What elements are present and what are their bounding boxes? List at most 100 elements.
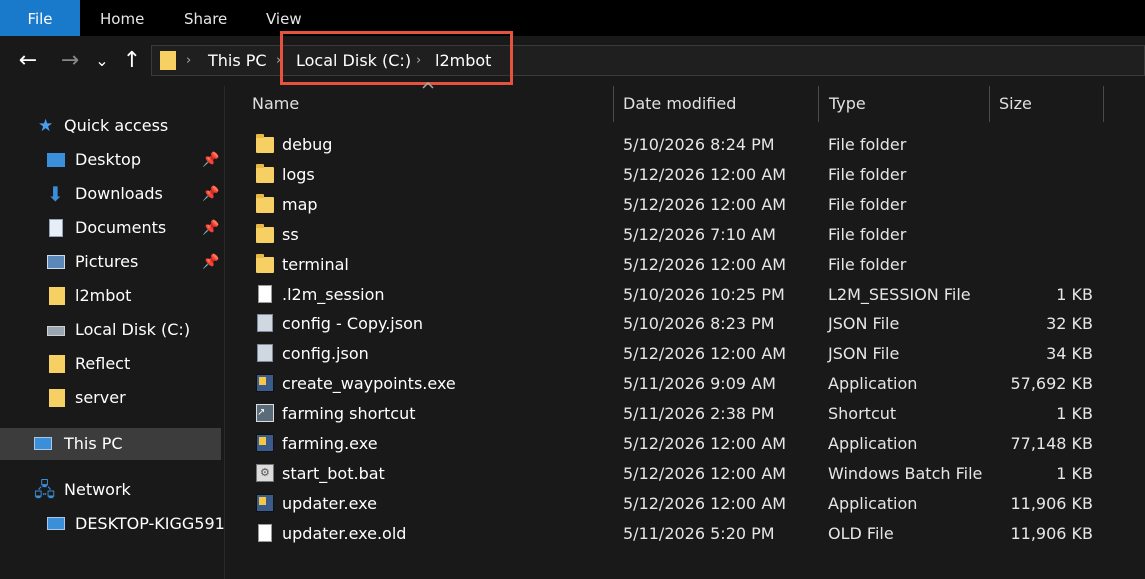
file-date-modified: 5/11/2026 2:38 PM xyxy=(623,404,775,424)
drive-icon xyxy=(47,326,65,336)
file-row[interactable]: farming shortcut 5/11/2026 2:38 PM Shortcu… xyxy=(250,399,1110,429)
tab-file[interactable]: File xyxy=(0,0,80,36)
sidebar-item-l2mbot[interactable]: l2mbot xyxy=(0,280,222,312)
sidebar-item-quick-access[interactable]: ★ Quick access xyxy=(0,110,222,142)
file-row[interactable]: farming.exe 5/12/2026 12:00 AM Application… xyxy=(250,429,1110,459)
ribbon: File Home Share View xyxy=(0,0,1145,36)
file-icon xyxy=(256,284,274,305)
file-name: updater.exe xyxy=(282,493,377,513)
back-arrow-icon[interactable]: ← xyxy=(14,36,42,86)
file-name: config.json xyxy=(282,344,369,364)
column-header-size[interactable]: Size xyxy=(999,86,1099,122)
column-divider[interactable] xyxy=(818,86,819,122)
sidebar-item-downloads[interactable]: ⬇ Downloads 📌 xyxy=(0,178,222,210)
sidebar-item-reflect[interactable]: Reflect xyxy=(0,348,222,380)
column-header-name[interactable]: Name xyxy=(252,86,612,122)
column-divider[interactable] xyxy=(613,86,614,122)
file-size xyxy=(993,130,1093,160)
file-row[interactable]: updater.exe.old 5/11/2026 5:20 PM OLD File… xyxy=(250,519,1110,549)
file-type: File folder xyxy=(828,254,907,274)
sidebar-item-this-pc[interactable]: This PC xyxy=(0,428,221,460)
file-size: 1 KB xyxy=(1056,284,1093,304)
sidebar-item-label: server xyxy=(75,388,126,407)
pane-divider xyxy=(224,86,225,579)
file-type: L2M_SESSION File xyxy=(828,284,971,304)
json-file-icon xyxy=(256,344,274,364)
file-type: Application xyxy=(828,493,918,513)
column-divider[interactable] xyxy=(1103,86,1104,122)
file-row[interactable]: map 5/12/2026 12:00 AM File folder xyxy=(250,190,1110,220)
file-type: JSON File xyxy=(828,344,900,364)
json-file-icon xyxy=(256,314,274,334)
file-row[interactable]: .l2m_session 5/10/2026 10:25 PM L2M_SESSIO… xyxy=(250,280,1110,310)
network-icon: 🖧 xyxy=(34,479,56,501)
tab-home[interactable]: Home xyxy=(100,0,144,36)
file-type: File folder xyxy=(828,194,907,214)
file-size: 34 KB xyxy=(1046,344,1093,364)
tab-share[interactable]: Share xyxy=(184,0,227,36)
pin-icon[interactable]: 📌 xyxy=(202,144,219,176)
folder-icon xyxy=(256,163,274,185)
file-row[interactable]: logs 5/12/2026 12:00 AM File folder xyxy=(250,160,1110,190)
file-name: create_waypoints.exe xyxy=(282,374,456,394)
file-row[interactable]: config.json 5/12/2026 12:00 AM JSON File 34… xyxy=(250,339,1110,369)
file-row[interactable]: create_waypoints.exe 5/11/2026 9:09 AM App… xyxy=(250,369,1110,399)
file-date-modified: 5/12/2026 12:00 AM xyxy=(623,493,787,513)
file-date-modified: 5/12/2026 12:00 AM xyxy=(623,434,787,453)
shortcut-icon xyxy=(256,404,274,424)
file-name: farming shortcut xyxy=(282,404,416,424)
file-row[interactable]: config - Copy.json 5/10/2026 8:23 PM JSON … xyxy=(250,309,1110,339)
up-arrow-icon[interactable]: ↑ xyxy=(118,36,146,86)
sidebar-item-desktop[interactable]: Desktop 📌 xyxy=(0,144,222,176)
download-icon: ⬇ xyxy=(47,182,64,206)
column-divider[interactable] xyxy=(989,86,990,122)
file-row[interactable]: ss 5/12/2026 7:10 AM File folder xyxy=(250,220,1110,250)
file-name: config - Copy.json xyxy=(282,314,424,334)
file-date-modified: 5/12/2026 12:00 AM xyxy=(623,254,787,274)
column-header-type[interactable]: Type xyxy=(829,86,979,122)
breadcrumb-this-pc[interactable]: This PC xyxy=(208,46,267,75)
sidebar-item-label: Network xyxy=(64,480,131,499)
file-name: terminal xyxy=(282,254,349,274)
file-name: debug xyxy=(282,135,333,154)
file-row[interactable]: updater.exe 5/12/2026 12:00 AM Application… xyxy=(250,489,1110,519)
pin-icon[interactable]: 📌 xyxy=(202,178,219,210)
application-icon xyxy=(256,374,274,394)
file-row[interactable]: terminal 5/12/2026 12:00 AM File folder xyxy=(250,250,1110,280)
sidebar-item-network[interactable]: 🖧 Network xyxy=(0,474,222,506)
sidebar-item-desktop-kigg591[interactable]: DESKTOP-KIGG591 xyxy=(0,508,225,540)
pin-icon[interactable]: 📌 xyxy=(202,212,219,244)
file-name: logs xyxy=(282,164,315,184)
forward-arrow-icon[interactable]: → xyxy=(56,36,84,86)
file-row[interactable]: start_bot.bat 5/12/2026 12:00 AM Windows B… xyxy=(250,459,1110,489)
file-type: Shortcut xyxy=(828,404,897,424)
sidebar-item-label: Pictures xyxy=(75,252,139,271)
sidebar-item-label: Quick access xyxy=(64,116,169,135)
sidebar-item-server[interactable]: server xyxy=(0,382,222,414)
sidebar-item-local-disk[interactable]: Local Disk (C:) xyxy=(0,314,222,346)
file-date-modified: 5/12/2026 12:00 AM xyxy=(623,344,787,364)
folder-icon xyxy=(49,287,65,305)
file-type: File folder xyxy=(828,164,907,184)
file-type: Application xyxy=(828,374,918,394)
file-row[interactable]: debug 5/10/2026 8:24 PM File folder xyxy=(250,130,1110,160)
documents-icon xyxy=(49,219,63,237)
sidebar-item-pictures[interactable]: Pictures 📌 xyxy=(0,246,222,278)
file-type: File folder xyxy=(828,224,907,244)
pin-icon[interactable]: 📌 xyxy=(202,246,219,278)
file-size: 1 KB xyxy=(1056,463,1093,483)
sidebar-item-documents[interactable]: Documents 📌 xyxy=(0,212,222,244)
computer-icon xyxy=(47,517,65,530)
sidebar-item-label: Documents xyxy=(75,218,167,237)
folder-icon xyxy=(256,253,274,275)
file-date-modified: 5/11/2026 5:20 PM xyxy=(623,523,775,543)
file-name: map xyxy=(282,194,318,214)
file-date-modified: 5/10/2026 8:23 PM xyxy=(623,314,775,334)
sidebar-item-label: This PC xyxy=(64,434,123,453)
file-date-modified: 5/12/2026 12:00 AM xyxy=(623,194,787,214)
column-header-date-modified[interactable]: Date modified xyxy=(623,86,813,122)
recent-locations-chevron-icon[interactable]: ⌄ xyxy=(92,36,112,86)
file-date-modified: 5/11/2026 9:09 AM xyxy=(623,374,776,394)
application-icon xyxy=(256,434,274,454)
computer-icon xyxy=(34,437,52,450)
